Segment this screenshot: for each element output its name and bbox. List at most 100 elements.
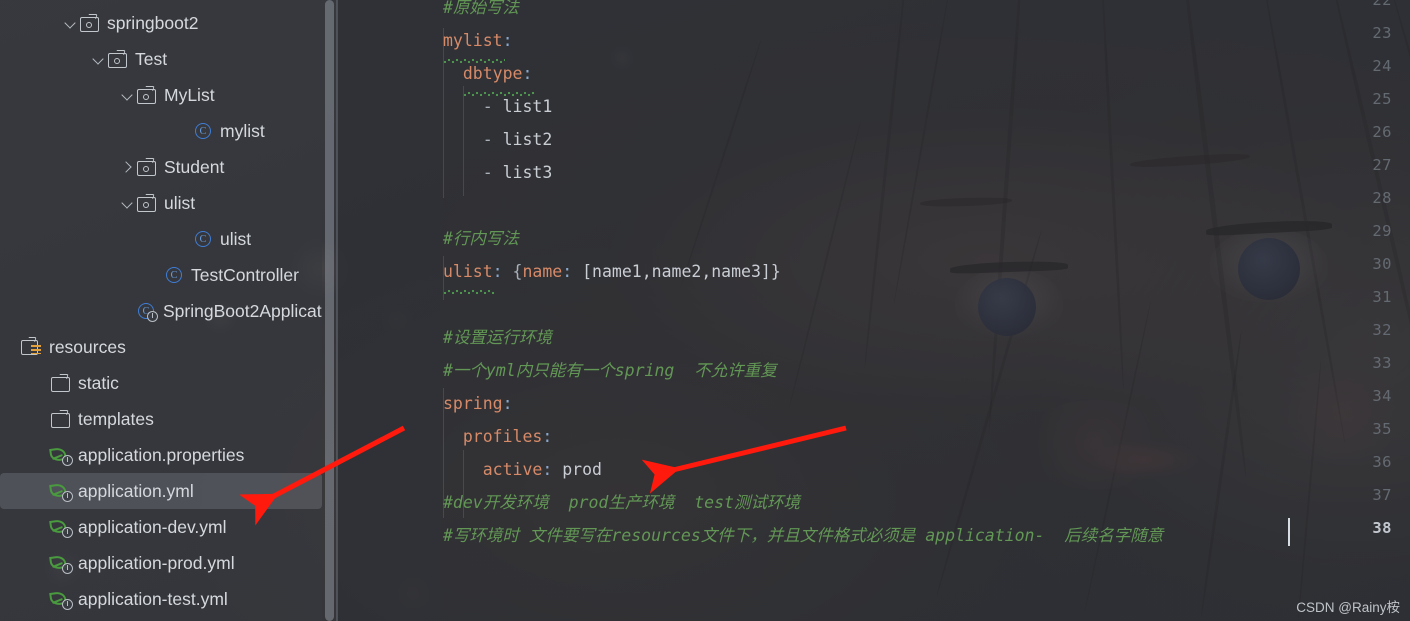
tree-item-student[interactable]: Student bbox=[0, 149, 322, 185]
code-token-punct: - bbox=[443, 163, 503, 182]
code-line[interactable]: #行内写法 bbox=[443, 222, 519, 255]
tree-item-mylist[interactable]: Cmylist bbox=[0, 113, 322, 149]
spring-yml-icon bbox=[49, 553, 73, 574]
line-number: 27 bbox=[1372, 156, 1392, 174]
tree-item-label: application-dev.yml bbox=[78, 516, 227, 537]
line-number: 23 bbox=[1372, 24, 1392, 42]
chevron-placeholder bbox=[33, 519, 50, 536]
project-sidebar[interactable]: springboot2 Test MyList Cmylist Student ulist… bbox=[0, 0, 322, 621]
code-token-punct: { bbox=[512, 262, 523, 281]
java-class-icon: C bbox=[163, 265, 185, 285]
code-token-val: list2 bbox=[502, 130, 553, 149]
tree-item-ulist[interactable]: Culist bbox=[0, 221, 322, 257]
chevron-placeholder bbox=[33, 411, 50, 428]
spring-yml-icon bbox=[49, 517, 73, 538]
plain-folder-icon bbox=[50, 409, 72, 429]
chevron-down-icon[interactable] bbox=[62, 15, 79, 32]
code-line[interactable]: #写环境时 文件要写在resources文件下，并且文件格式必须是 applic… bbox=[443, 519, 1163, 552]
code-token-key: spring bbox=[443, 394, 503, 413]
chevron-placeholder bbox=[33, 447, 50, 464]
code-token-punct: - bbox=[443, 97, 503, 116]
tree-item-application-properties[interactable]: application.properties bbox=[0, 437, 322, 473]
line-number: 36 bbox=[1372, 453, 1392, 471]
code-line[interactable]: mylist: bbox=[443, 24, 513, 57]
tree-item-templates[interactable]: templates bbox=[0, 401, 322, 437]
tree-item-label: application-prod.yml bbox=[78, 552, 235, 573]
tree-item-label: TestController bbox=[191, 264, 299, 285]
line-number: 34 bbox=[1372, 387, 1392, 405]
spring-yml-icon bbox=[49, 445, 73, 466]
tree-item-label: application.properties bbox=[78, 444, 245, 465]
java-class-icon: C bbox=[192, 229, 214, 249]
tree-item-label: application-test.yml bbox=[78, 588, 228, 609]
code-line[interactable]: profiles: bbox=[443, 420, 552, 453]
line-number-gutter bbox=[337, 0, 440, 621]
code-token-key: ulist bbox=[443, 262, 493, 281]
tree-item-label: ulist bbox=[164, 192, 196, 213]
spring-yml-icon bbox=[49, 481, 73, 502]
code-token-colon: : bbox=[542, 460, 563, 479]
sidebar-scrollbar[interactable] bbox=[325, 0, 334, 621]
code-token-colon: : bbox=[542, 427, 553, 446]
code-line[interactable]: - list1 bbox=[443, 90, 553, 123]
code-token-key: profiles bbox=[443, 427, 543, 446]
code-token-colon: : bbox=[562, 262, 583, 281]
code-token-colon: : bbox=[502, 394, 513, 413]
tree-item-label: springboot2 bbox=[107, 12, 199, 33]
tree-item-application-prod-yml[interactable]: application-prod.yml bbox=[0, 545, 322, 581]
inspection-squiggle bbox=[443, 290, 495, 294]
chevron-placeholder bbox=[118, 303, 135, 320]
code-line[interactable]: #设置运行环境 bbox=[443, 321, 552, 354]
chevron-placeholder bbox=[4, 339, 21, 356]
chevron-placeholder bbox=[175, 123, 192, 140]
tree-item-static[interactable]: static bbox=[0, 365, 322, 401]
folder-icon bbox=[136, 193, 158, 213]
code-line[interactable]: dbtype: bbox=[443, 57, 533, 90]
line-number: 26 bbox=[1372, 123, 1392, 141]
chevron-placeholder bbox=[33, 555, 50, 572]
code-editor-pane[interactable]: 22 23 24 25 26 27 28 29 30 31 32 33 34 35 36 37 38 #原始写法… bbox=[337, 0, 1410, 621]
code-token-comment: #写环境时 文件要写在resources文件下，并且文件格式必须是 applic… bbox=[443, 526, 1164, 545]
code-token-comment: #行内写法 bbox=[443, 229, 519, 248]
tree-item-application-test-yml[interactable]: application-test.yml bbox=[0, 581, 322, 617]
code-line[interactable]: active: prod bbox=[443, 453, 602, 486]
panel-divider[interactable] bbox=[336, 0, 338, 621]
code-line[interactable]: spring: bbox=[443, 387, 513, 420]
tree-item-label: static bbox=[78, 372, 119, 393]
tree-item-testcontroller[interactable]: C TestController bbox=[0, 257, 322, 293]
code-token-key: mylist bbox=[443, 31, 503, 50]
tree-item-resources[interactable]: resources bbox=[0, 329, 322, 365]
code-token-val: list1 bbox=[502, 97, 553, 116]
code-line[interactable]: #dev开发环境 prod生产环境 test测试环境 bbox=[443, 486, 800, 519]
tree-item-springboot2applicat[interactable]: C SpringBoot2Applicat bbox=[0, 293, 322, 329]
chevron-down-icon[interactable] bbox=[90, 51, 107, 68]
chevron-down-icon[interactable] bbox=[119, 195, 136, 212]
line-number: 30 bbox=[1372, 255, 1392, 273]
resources-folder-icon bbox=[21, 337, 43, 357]
line-number: 35 bbox=[1372, 420, 1392, 438]
code-line[interactable]: - list2 bbox=[443, 123, 553, 156]
tree-item-springboot2[interactable]: springboot2 bbox=[0, 5, 322, 41]
code-token-colon: : bbox=[492, 262, 513, 281]
chevron-right-icon[interactable] bbox=[119, 159, 136, 176]
line-number: 28 bbox=[1372, 189, 1392, 207]
tree-item-label: MyList bbox=[164, 84, 215, 105]
tree-item-ulist[interactable]: ulist bbox=[0, 185, 322, 221]
spring-yml-icon bbox=[49, 589, 73, 610]
code-line[interactable]: - list3 bbox=[443, 156, 553, 189]
code-token-key: active bbox=[443, 460, 543, 479]
code-line[interactable]: #一个yml内只能有一个spring 不允许重复 bbox=[443, 354, 777, 387]
tree-item-label: SpringBoot2Applicat bbox=[163, 300, 322, 321]
folder-icon bbox=[107, 49, 129, 69]
chevron-down-icon[interactable] bbox=[119, 87, 136, 104]
tree-item-test[interactable]: Test bbox=[0, 41, 322, 77]
plain-folder-icon bbox=[50, 373, 72, 393]
code-token-punct: - bbox=[443, 130, 503, 149]
code-line[interactable]: #原始写法 bbox=[443, 0, 519, 24]
tree-item-mylist[interactable]: MyList bbox=[0, 77, 322, 113]
code-token-colon: : bbox=[502, 31, 513, 50]
code-line[interactable]: ulist: {name: [name1,name2,name3]} bbox=[443, 255, 781, 288]
tree-item-application-yml[interactable]: application.yml bbox=[0, 473, 322, 509]
line-number: 25 bbox=[1372, 90, 1392, 108]
tree-item-application-dev-yml[interactable]: application-dev.yml bbox=[0, 509, 322, 545]
